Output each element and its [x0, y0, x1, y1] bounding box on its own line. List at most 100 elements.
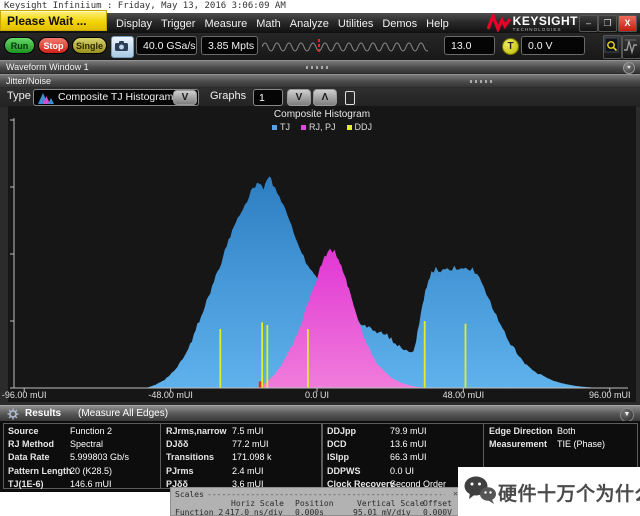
toolbar: Run Stop Single 40.0 GSa/s 3.85 Mpts 13.… — [0, 33, 640, 60]
menu-item-analyze[interactable]: Analyze — [290, 14, 329, 34]
legend-item: DDJ — [347, 122, 373, 132]
please-wait-badge: Please Wait ... — [0, 10, 107, 31]
wechat-icon — [463, 475, 497, 505]
scales-header-position: Position — [295, 499, 334, 508]
minimize-button[interactable]: – — [579, 15, 598, 32]
waveform-edit-icon — [623, 36, 638, 56]
chart-legend: TJRJ, PJDDJ — [8, 122, 636, 132]
legend-label: TJ — [280, 122, 290, 132]
scales-value-position: 0.000s — [295, 508, 324, 516]
result-label: ISIpp — [327, 452, 349, 462]
ddj-spike — [424, 321, 426, 388]
results-header[interactable]: Results (Measure All Edges) ▼ — [0, 405, 640, 421]
result-label: Edge Direction — [489, 426, 553, 436]
ddj-spike — [219, 329, 221, 388]
x-tick-label: -96.00 mUI — [2, 390, 47, 400]
scales-value-horiz: 417.0 ns/div — [225, 508, 283, 516]
results-column-1: SourceFunction 2RJ MethodSpectralData Ra… — [8, 426, 158, 492]
scales-header-horiz: Horiz Scale — [231, 499, 284, 508]
menu-item-help[interactable]: Help — [426, 14, 449, 34]
result-value: 13.6 mUI — [390, 439, 427, 449]
result-row: Pattern Length20 (K28.5) — [8, 466, 158, 479]
graphs-increment-button[interactable]: Λ — [313, 89, 337, 106]
histogram-type-dropdown[interactable]: Composite TJ Histogram V — [33, 89, 199, 106]
composite-histogram-plot[interactable]: Composite Histogram TJRJ, PJDDJ -96.00 m… — [8, 106, 636, 402]
results-title: Results — [25, 406, 61, 421]
result-value: TIE (Phase) — [557, 439, 605, 449]
menu-item-display[interactable]: Display — [116, 14, 152, 34]
graphs-decrement-button[interactable]: V — [287, 89, 311, 106]
waveform-window-label: Waveform Window 1 — [6, 61, 89, 73]
dropdown-chevron-button[interactable]: V — [173, 90, 197, 105]
result-label: Measurement — [489, 439, 547, 449]
results-divider — [160, 423, 161, 489]
results-collapse-button[interactable]: ▼ — [620, 408, 634, 422]
menu-item-math[interactable]: Math — [256, 14, 280, 34]
pin-icon[interactable] — [345, 91, 355, 105]
magnifier-icon — [604, 36, 619, 56]
keysight-spark-icon — [487, 14, 511, 32]
x-tick-label: 48.00 mUI — [443, 390, 485, 400]
bandwidth-field[interactable]: 13.0 GHz — [444, 36, 495, 55]
horizontal-timebase-strip[interactable] — [262, 39, 428, 54]
window-menu-button[interactable]: ▾ — [623, 62, 635, 74]
result-value: 66.3 mUI — [390, 452, 427, 462]
result-value: Spectral — [70, 439, 103, 449]
single-button[interactable]: Single — [72, 37, 107, 54]
graphs-count-field[interactable]: 1 — [253, 89, 283, 106]
drag-handle[interactable] — [306, 66, 330, 69]
main-panel: Waveform Window 1 ▾ Jitter/Noise Type Co… — [0, 60, 640, 405]
run-button[interactable]: Run — [4, 37, 35, 54]
result-row: RJ MethodSpectral — [8, 439, 158, 452]
close-button[interactable]: X — [618, 15, 637, 32]
result-value: 146.6 mUI — [70, 479, 112, 489]
result-label: Data Rate — [8, 452, 50, 462]
histogram-type-value: Composite TJ Histogram — [58, 91, 173, 103]
jitter-noise-label: Jitter/Noise — [6, 75, 51, 87]
result-row: DDJpp79.9 mUI — [327, 426, 477, 439]
scales-value-vertical: 95.01 mV/div — [353, 508, 411, 516]
ddj-spike — [266, 325, 268, 388]
drag-handle[interactable] — [470, 80, 494, 83]
result-row: DDPWS0.0 UI — [327, 466, 477, 479]
scales-value-offset: 0.000V — [423, 508, 452, 516]
menu-item-demos[interactable]: Demos — [382, 14, 417, 34]
jitter-noise-bar[interactable]: Jitter/Noise — [0, 74, 640, 87]
scales-panel[interactable]: Scales ---------------------------------… — [170, 487, 462, 516]
x-tick-label: 0.0 UI — [305, 390, 329, 400]
result-value: 2.4 mUI — [232, 466, 264, 476]
memory-depth-field[interactable]: 3.85 Mpts — [201, 36, 258, 55]
result-row: Transitions171.098 k — [166, 452, 316, 465]
screenshot-button[interactable] — [111, 36, 134, 58]
zoom-tool-button[interactable] — [603, 35, 622, 59]
menu-item-utilities[interactable]: Utilities — [338, 14, 373, 34]
results-subtitle: (Measure All Edges) — [78, 406, 168, 421]
trigger-badge[interactable]: T — [502, 38, 519, 55]
stop-button[interactable]: Stop — [38, 37, 69, 54]
result-row: DCD13.6 mUI — [327, 439, 477, 452]
scales-header-vertical: Vertical Scale — [357, 499, 424, 508]
menu-item-measure[interactable]: Measure — [204, 14, 247, 34]
waveform-tool-button[interactable] — [622, 35, 640, 59]
keysight-logo: KEYSIGHT TECHNOLOGIES — [513, 13, 578, 33]
result-row: PJrms2.4 mUI — [166, 466, 316, 479]
graphs-label: Graphs — [210, 90, 246, 102]
legend-label: DDJ — [355, 122, 373, 132]
restore-button[interactable]: ❐ — [598, 15, 617, 32]
result-label: RJrms,narrow — [166, 426, 227, 436]
histogram-canvas — [8, 106, 636, 402]
results-column-3: DDJpp79.9 mUIDCD13.6 mUIISIpp 66.3 mUI DDP… — [327, 426, 477, 492]
result-label: Source — [8, 426, 39, 436]
chart-title: Composite Histogram — [8, 109, 636, 120]
jitter-controls-row: Type Composite TJ Histogram V Graphs 1 V… — [0, 88, 640, 107]
result-value: 77.2 mUI — [232, 439, 269, 449]
result-label: DDPWS — [327, 466, 361, 476]
gear-icon[interactable] — [7, 408, 19, 420]
waveform-window-bar[interactable]: Waveform Window 1 ▾ — [0, 60, 640, 73]
menu-item-trigger[interactable]: Trigger — [161, 14, 195, 34]
result-value: Both — [557, 426, 576, 436]
legend-swatch — [347, 125, 352, 130]
infiniium-app-window: Keysight Infiniium : Friday, May 13, 201… — [0, 0, 640, 516]
sample-rate-field[interactable]: 40.0 GSa/s — [136, 36, 197, 55]
trigger-level-field[interactable]: 0.0 V — [521, 36, 585, 55]
